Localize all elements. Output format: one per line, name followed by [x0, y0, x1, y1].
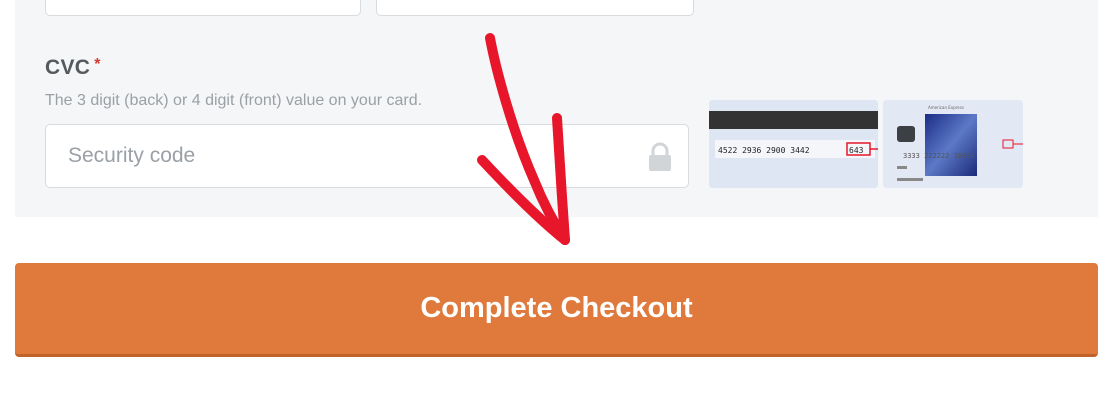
- card-back-illustration: 4522 2936 2900 3442 643: [709, 100, 878, 188]
- complete-checkout-button[interactable]: Complete Checkout: [15, 263, 1098, 357]
- card-front-image: American Express 3333 222222 10000: [883, 100, 1023, 188]
- card-front-number: 3333 222222 10000: [903, 152, 975, 160]
- card-issuer-name: American Express: [928, 105, 964, 110]
- expiry-year-field[interactable]: [376, 0, 694, 16]
- card-back-number: 4522 2936 2900 3442: [718, 146, 810, 155]
- security-code-input[interactable]: [46, 125, 636, 187]
- required-marker: *: [94, 56, 101, 73]
- lock-icon: [649, 142, 671, 171]
- cvc-field[interactable]: [45, 124, 689, 188]
- checkout-page: CVC * The 3 digit (back) or 4 digit (fron…: [0, 0, 1116, 402]
- card-front-illustration: American Express 3333 222222 10000: [883, 100, 1023, 188]
- cvc-label-text: CVC: [45, 56, 91, 79]
- card-back-cvc: 643: [849, 146, 864, 155]
- cvc-label: CVC *: [45, 56, 101, 80]
- expiry-month-field[interactable]: [45, 0, 361, 16]
- card-back-image: 4522 2936 2900 3442 643: [709, 100, 878, 188]
- cvc-help-text: The 3 digit (back) or 4 digit (front) va…: [45, 92, 423, 109]
